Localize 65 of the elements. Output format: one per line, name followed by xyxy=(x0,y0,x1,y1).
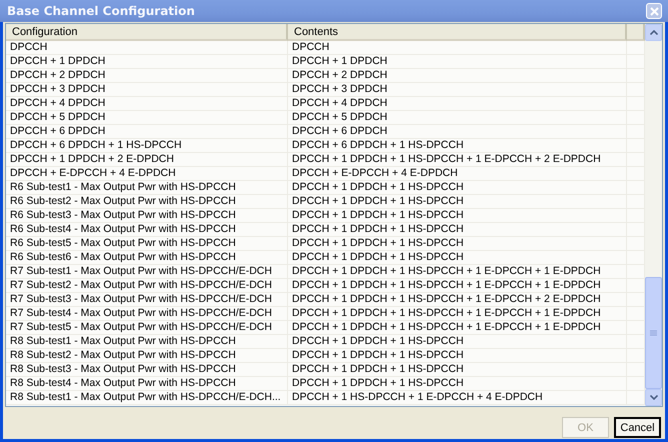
up-chevron-icon xyxy=(650,30,658,35)
table-cell: DPCCH + 1 DPDCH + 1 HS-DPCCH + 1 E-DPCCH + 1 E-DPDCH xyxy=(288,321,627,335)
table-cell: DPCCH + E-DPCCH + 4 E-DPDCH xyxy=(6,167,288,181)
table-cell: DPCCH + 5 DPDCH xyxy=(288,111,627,125)
column-header[interactable]: Configuration xyxy=(6,24,288,41)
table-cell: DPCCH + 6 DPDCH xyxy=(6,125,288,139)
table-cell: R6 Sub-test5 - Max Output Pwr with HS-DPCCH xyxy=(6,237,288,251)
table-cell: R8 Sub-test4 - Max Output Pwr with HS-DPCCH xyxy=(6,377,288,391)
grip-icon xyxy=(650,330,657,336)
table-cell: R7 Sub-test5 - Max Output Pwr with HS-DPCCH/E-DCH xyxy=(6,321,288,335)
table-cell: DPCCH + 3 DPDCH xyxy=(6,83,288,97)
table-cell: DPCCH + 2 DPDCH xyxy=(6,69,288,83)
table-cell: DPCCH + 1 DPDCH + 1 HS-DPCCH + 1 E-DPCCH + 1 E-DPDCH xyxy=(288,279,627,293)
scroll-down-button[interactable] xyxy=(645,389,662,406)
scroll-up-button[interactable] xyxy=(645,24,662,41)
table-cell: DPCCH + 1 DPDCH + 1 HS-DPCCH + 1 E-DPCCH + 2 E-DPDCH xyxy=(288,153,627,167)
table-cell: DPCCH + 1 DPDCH + 1 HS-DPCCH xyxy=(288,349,627,363)
table-cell: DPCCH + 1 DPDCH + 1 HS-DPCCH xyxy=(288,209,627,223)
table-cell: DPCCH xyxy=(6,41,288,55)
table-cell: R8 Sub-test1 - Max Output Pwr with HS-DPCCH/E-DCH... xyxy=(6,391,288,405)
table-cell: R6 Sub-test2 - Max Output Pwr with HS-DPCCH xyxy=(6,195,288,209)
table-cell: DPCCH + 1 DPDCH + 1 HS-DPCCH + 1 E-DPCCH + 1 E-DPDCH xyxy=(288,307,627,321)
table-cell: DPCCH + 1 DPDCH xyxy=(288,55,627,69)
table-cell: DPCCH + 4 DPDCH xyxy=(288,97,627,111)
table-cell: DPCCH + 1 DPDCH + 1 HS-DPCCH xyxy=(288,363,627,377)
scroll-thumb[interactable] xyxy=(645,277,662,389)
close-icon xyxy=(650,6,658,16)
table-cell: DPCCH + 1 DPDCH + 1 HS-DPCCH + 1 E-DPCCH + 2 E-DPDCH xyxy=(288,293,627,307)
table-cell: DPCCH + 1 DPDCH + 1 HS-DPCCH xyxy=(288,195,627,209)
table-cell: DPCCH + 6 DPDCH + 1 HS-DPCCH xyxy=(288,139,627,153)
table-cell: DPCCH + 2 DPDCH xyxy=(288,69,627,83)
table-cell: DPCCH + 1 DPDCH xyxy=(6,55,288,69)
window-title: Base Channel Configuration xyxy=(7,4,195,18)
table-cell: DPCCH + 4 DPDCH xyxy=(6,97,288,111)
table-cell: R6 Sub-test4 - Max Output Pwr with HS-DPCCH xyxy=(6,223,288,237)
table-cell: R8 Sub-test3 - Max Output Pwr with HS-DPCCH xyxy=(6,363,288,377)
table-cell: DPCCH + 1 DPDCH + 1 HS-DPCCH xyxy=(288,251,627,265)
cancel-button[interactable]: Cancel xyxy=(614,417,661,438)
table-cell: DPCCH + 1 DPDCH + 2 E-DPDCH xyxy=(6,153,288,167)
table-cell: DPCCH xyxy=(288,41,627,55)
table-cell: DPCCH + 1 DPDCH + 1 HS-DPCCH xyxy=(288,377,627,391)
column-header[interactable]: Contents xyxy=(288,24,627,41)
table-cell: R6 Sub-test3 - Max Output Pwr with HS-DPCCH xyxy=(6,209,288,223)
table-cell: DPCCH + E-DPCCH + 4 E-DPDCH xyxy=(288,167,627,181)
table-cell: R6 Sub-test1 - Max Output Pwr with HS-DPCCH xyxy=(6,181,288,195)
table-cell: DPCCH + 3 DPDCH xyxy=(288,83,627,97)
table-cell: R8 Sub-test2 - Max Output Pwr with HS-DPCCH xyxy=(6,349,288,363)
table-cell: DPCCH + 6 DPDCH + 1 HS-DPCCH xyxy=(6,139,288,153)
scrollbar[interactable] xyxy=(645,24,662,406)
table-cell: R7 Sub-test4 - Max Output Pwr with HS-DPCCH/E-DCH xyxy=(6,307,288,321)
table-cell: R7 Sub-test2 - Max Output Pwr with HS-DPCCH/E-DCH xyxy=(6,279,288,293)
table-cell: DPCCH + 6 DPDCH xyxy=(288,125,627,139)
table-cell: DPCCH + 1 DPDCH + 1 HS-DPCCH xyxy=(288,335,627,349)
table-cell: R6 Sub-test6 - Max Output Pwr with HS-DPCCH xyxy=(6,251,288,265)
table-cell: R7 Sub-test3 - Max Output Pwr with HS-DPCCH/E-DCH xyxy=(6,293,288,307)
table-cell: DPCCH + 5 DPDCH xyxy=(6,111,288,125)
close-button[interactable] xyxy=(646,3,662,19)
table-cell: R8 Sub-test1 - Max Output Pwr with HS-DPCCH xyxy=(6,335,288,349)
table-cell: DPCCH + 1 DPDCH + 1 HS-DPCCH xyxy=(288,181,627,195)
table-cell: R7 Sub-test1 - Max Output Pwr with HS-DPCCH/E-DCH xyxy=(6,265,288,279)
table-cell: DPCCH + 1 DPDCH + 1 HS-DPCCH xyxy=(288,223,627,237)
table-cell: DPCCH + 1 DPDCH + 1 HS-DPCCH + 1 E-DPCCH + 1 E-DPDCH xyxy=(288,265,627,279)
down-chevron-icon xyxy=(650,395,658,400)
table-cell: DPCCH + 1 DPDCH + 1 HS-DPCCH xyxy=(288,237,627,251)
table-cell: DPCCH + 1 HS-DPCCH + 1 E-DPCCH + 4 E-DPDCH xyxy=(288,391,627,405)
